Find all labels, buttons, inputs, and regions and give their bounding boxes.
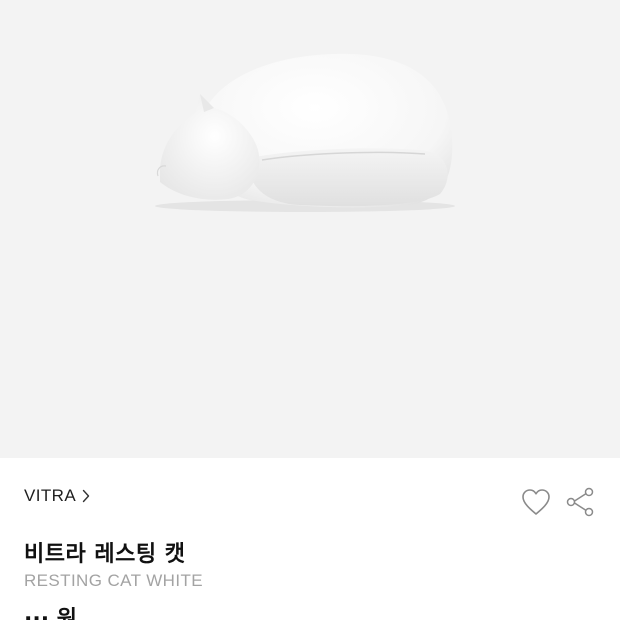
brand-name: VITRA	[24, 486, 77, 505]
product-title: 비트라 레스팅 캣	[24, 542, 186, 567]
share-button[interactable]	[562, 484, 598, 520]
chevron-right-icon	[82, 489, 90, 503]
heart-icon	[522, 489, 550, 515]
product-actions	[518, 484, 598, 520]
resting-cat-illustration	[155, 53, 455, 212]
brand-link[interactable]: VITRA	[24, 484, 90, 508]
share-icon	[566, 487, 594, 517]
product-price: ··· 원	[24, 607, 77, 620]
product-image[interactable]	[0, 0, 620, 458]
product-subtitle: RESTING CAT WHITE	[24, 571, 204, 590]
product-detail-page: VITRA 비트라 레스팅 캣 RESTING CAT WHITE ··· 원	[0, 0, 620, 620]
wishlist-button[interactable]	[518, 484, 554, 520]
